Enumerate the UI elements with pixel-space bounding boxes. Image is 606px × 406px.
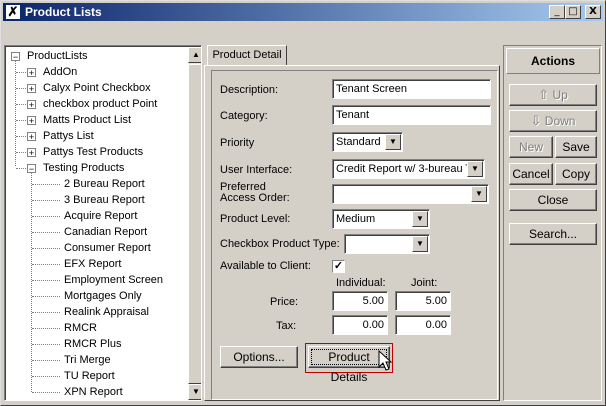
chevron-down-icon[interactable]: ▼ xyxy=(471,186,487,202)
move-down-button[interactable]: ⇩ Down xyxy=(509,110,597,132)
description-label: Description: xyxy=(220,84,279,96)
scroll-thumb[interactable] xyxy=(188,64,201,384)
tree-item-label: Pattys Test Products xyxy=(43,146,144,158)
collapse-icon[interactable]: − xyxy=(11,52,20,62)
mouse-cursor-icon xyxy=(378,350,393,371)
move-up-button[interactable]: ⇧ Up xyxy=(509,84,597,106)
tree-item-label: Pattys List xyxy=(43,130,94,142)
access-order-label-line2: Access Order: xyxy=(220,192,290,204)
tree-child-item[interactable]: Realink Appraisal xyxy=(64,304,149,320)
options-button[interactable]: Options... xyxy=(220,346,298,368)
expand-icon[interactable]: + xyxy=(27,100,36,110)
tax-individual-field[interactable]: 0.00 xyxy=(332,315,388,335)
user-interface-label: User Interface: xyxy=(220,164,293,176)
priority-select[interactable]: Standard ▼ xyxy=(332,132,403,152)
arrow-down-icon: ⇩ xyxy=(530,113,542,128)
tree-child-item[interactable]: Acquire Report xyxy=(64,208,137,224)
cancel-button[interactable]: Cancel xyxy=(509,163,553,185)
chevron-down-icon[interactable]: ▼ xyxy=(385,134,401,150)
available-to-client-checkbox[interactable]: ✓ xyxy=(332,260,345,273)
tree-child-item[interactable]: RMCR Plus xyxy=(64,336,121,352)
close-action-button[interactable]: Close xyxy=(509,189,597,211)
price-joint-field[interactable]: 5.00 xyxy=(395,291,451,311)
expand-icon[interactable]: + xyxy=(27,116,36,126)
tree-child-item[interactable]: XPN Report xyxy=(64,384,123,400)
title-bar[interactable]: ✗ Product Lists _ □ X xyxy=(3,3,603,21)
collapse-icon[interactable]: − xyxy=(27,164,36,174)
tree-item-label: Matts Product List xyxy=(43,114,132,126)
price-individual-field[interactable]: 5.00 xyxy=(332,291,388,311)
app-icon: ✗ xyxy=(6,4,20,19)
joint-column-label: Joint: xyxy=(411,277,438,289)
tree-child-item[interactable]: 2 Bureau Report xyxy=(64,176,145,192)
category-field[interactable]: Tenant xyxy=(332,105,491,125)
tax-joint-field[interactable]: 0.00 xyxy=(395,315,451,335)
category-label: Category: xyxy=(220,110,268,122)
copy-button[interactable]: Copy xyxy=(555,163,597,185)
tree-scrollbar[interactable]: ▲ ▼ xyxy=(188,47,201,400)
access-order-select[interactable]: ▼ xyxy=(332,184,489,204)
tree-item-label: AddOn xyxy=(43,66,78,78)
chevron-down-icon[interactable]: ▼ xyxy=(467,161,483,177)
minimize-button[interactable]: _ xyxy=(549,5,565,19)
available-to-client-label: Available to Client: xyxy=(220,260,311,272)
tree-child-item[interactable]: TU Report xyxy=(64,368,115,384)
expand-icon[interactable]: + xyxy=(27,148,36,158)
search-button[interactable]: Search... xyxy=(509,223,597,245)
priority-value: Standard xyxy=(336,136,381,148)
product-tree[interactable]: − ProductLists + AddOn + Calyx Point Checkb… xyxy=(4,45,202,401)
price-label: Price: xyxy=(270,296,299,308)
expand-icon[interactable]: + xyxy=(27,68,36,78)
individual-column-label: Individual: xyxy=(336,277,386,289)
window-title: Product Lists xyxy=(25,5,102,19)
tree-child-item[interactable]: 3 Bureau Report xyxy=(64,192,145,208)
scroll-down-icon[interactable]: ▼ xyxy=(188,384,201,400)
tree-child-item[interactable]: Employment Screen xyxy=(64,272,163,288)
maximize-button[interactable]: □ xyxy=(565,5,581,19)
save-button[interactable]: Save xyxy=(555,136,597,158)
tree-child-item[interactable]: RMCR xyxy=(64,320,97,336)
product-level-select[interactable]: Medium ▼ xyxy=(332,209,430,229)
tax-label: Tax: xyxy=(276,320,297,332)
close-button[interactable]: X xyxy=(585,5,601,19)
actions-title: Actions xyxy=(506,48,600,74)
chevron-down-icon[interactable]: ▼ xyxy=(412,211,428,227)
checkbox-product-type-select[interactable]: ▼ xyxy=(344,234,430,254)
tree-item-label: checkbox product Point xyxy=(43,98,158,110)
arrow-up-icon: ⇧ xyxy=(538,87,550,102)
expand-icon[interactable]: + xyxy=(27,84,36,94)
tree-root-label: ProductLists xyxy=(27,50,88,62)
tree-item-label: Testing Products xyxy=(43,162,125,174)
product-level-label: Product Level: xyxy=(220,213,291,225)
user-interface-value: Credit Report w/ 3-bureau T xyxy=(336,163,473,175)
tree-child-item[interactable]: Canadian Report xyxy=(64,224,147,240)
scroll-up-icon[interactable]: ▲ xyxy=(188,47,201,63)
chevron-down-icon[interactable]: ▼ xyxy=(412,236,428,252)
tree-child-item[interactable]: EFX Report xyxy=(64,256,121,272)
description-field[interactable]: Tenant Screen xyxy=(332,79,491,99)
expand-icon[interactable]: + xyxy=(27,132,36,142)
tree-child-item[interactable]: Consumer Report xyxy=(64,240,151,256)
tree-item-label: Calyx Point Checkbox xyxy=(43,82,151,94)
product-level-value: Medium xyxy=(336,213,376,225)
tree-child-item[interactable]: Tri Merge xyxy=(64,352,111,368)
tab-product-detail[interactable]: Product Detail xyxy=(207,45,287,65)
user-interface-select[interactable]: Credit Report w/ 3-bureau T ▼ xyxy=(332,159,485,179)
checkbox-product-type-label: Checkbox Product Type: xyxy=(220,238,340,250)
tree-child-item[interactable]: Mortgages Only xyxy=(64,288,142,304)
priority-label: Priority xyxy=(220,137,255,149)
new-button[interactable]: New xyxy=(509,136,553,158)
